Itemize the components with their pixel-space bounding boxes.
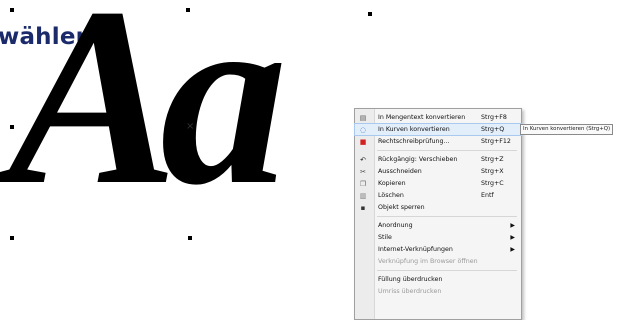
- menu-item-internet-links[interactable]: Internet-Verknüpfungen ▶: [355, 244, 521, 255]
- menu-item-overprint-outline: Umriss überdrucken: [378, 288, 442, 295]
- spellcheck-icon: ■: [359, 138, 367, 146]
- selection-handle-bottom-left[interactable]: [10, 236, 14, 240]
- menu-item-convert-paragraph-text[interactable]: ▤ In Mengentext konvertieren Strg+F8: [355, 112, 521, 123]
- undo-icon: ↶: [360, 156, 366, 164]
- drawing-canvas[interactable]: wählen Aa × ▤ In Mengentext konvertieren…: [0, 0, 639, 320]
- selection-handle-top-middle[interactable]: [186, 8, 190, 12]
- selection-handle-top-right[interactable]: [368, 12, 372, 16]
- menu-item-arrange[interactable]: Anordnung ▶: [355, 220, 521, 231]
- trash-icon: ▥: [359, 192, 367, 200]
- scissors-icon: ✂: [360, 168, 366, 176]
- submenu-arrow-icon: ▶: [510, 246, 515, 253]
- menu-item-open-link-in-browser: Verknüpfung im Browser öffnen: [378, 258, 478, 265]
- menu-separator: [377, 216, 517, 217]
- menu-item-delete[interactable]: ▥ Löschen Entf: [355, 190, 521, 201]
- submenu-arrow-icon: ▶: [510, 234, 515, 241]
- lock-icon: ▪: [360, 204, 366, 212]
- selection-handle-top-left[interactable]: [10, 8, 14, 12]
- menu-separator: [377, 270, 517, 271]
- center-mark-icon: ×: [186, 121, 195, 132]
- text-convert-icon: ▤: [359, 114, 367, 122]
- curve-convert-icon: ◌: [359, 126, 367, 134]
- menu-item-convert-to-curves[interactable]: ◌ In Kurven konvertieren Strg+Q: [354, 123, 522, 136]
- submenu-arrow-icon: ▶: [510, 222, 515, 229]
- context-menu: ▤ In Mengentext konvertieren Strg+F8 ◌ I…: [354, 108, 522, 320]
- tooltip: In Kurven konvertieren (Strg+Q): [520, 124, 614, 135]
- selection-handle-middle-left[interactable]: [10, 125, 14, 129]
- menu-separator: [377, 150, 517, 151]
- menu-item-styles[interactable]: Stile ▶: [355, 232, 521, 243]
- menu-item-lock-object[interactable]: ▪ Objekt sperren: [355, 202, 521, 213]
- selected-text-object[interactable]: Aa: [8, 0, 288, 225]
- menu-item-undo[interactable]: ↶ Rückgängig: Verschieben Strg+Z: [355, 154, 521, 165]
- copy-icon: ❐: [359, 180, 367, 188]
- menu-item-overprint-fill[interactable]: Füllung überdrucken: [355, 274, 521, 285]
- menu-item-copy[interactable]: ❐ Kopieren Strg+C: [355, 178, 521, 189]
- selection-handle-bottom-middle[interactable]: [188, 236, 192, 240]
- menu-item-cut[interactable]: ✂ Ausschneiden Strg+X: [355, 166, 521, 177]
- menu-item-spellcheck[interactable]: ■ Rechtschreibprüfung... Strg+F12: [355, 136, 521, 147]
